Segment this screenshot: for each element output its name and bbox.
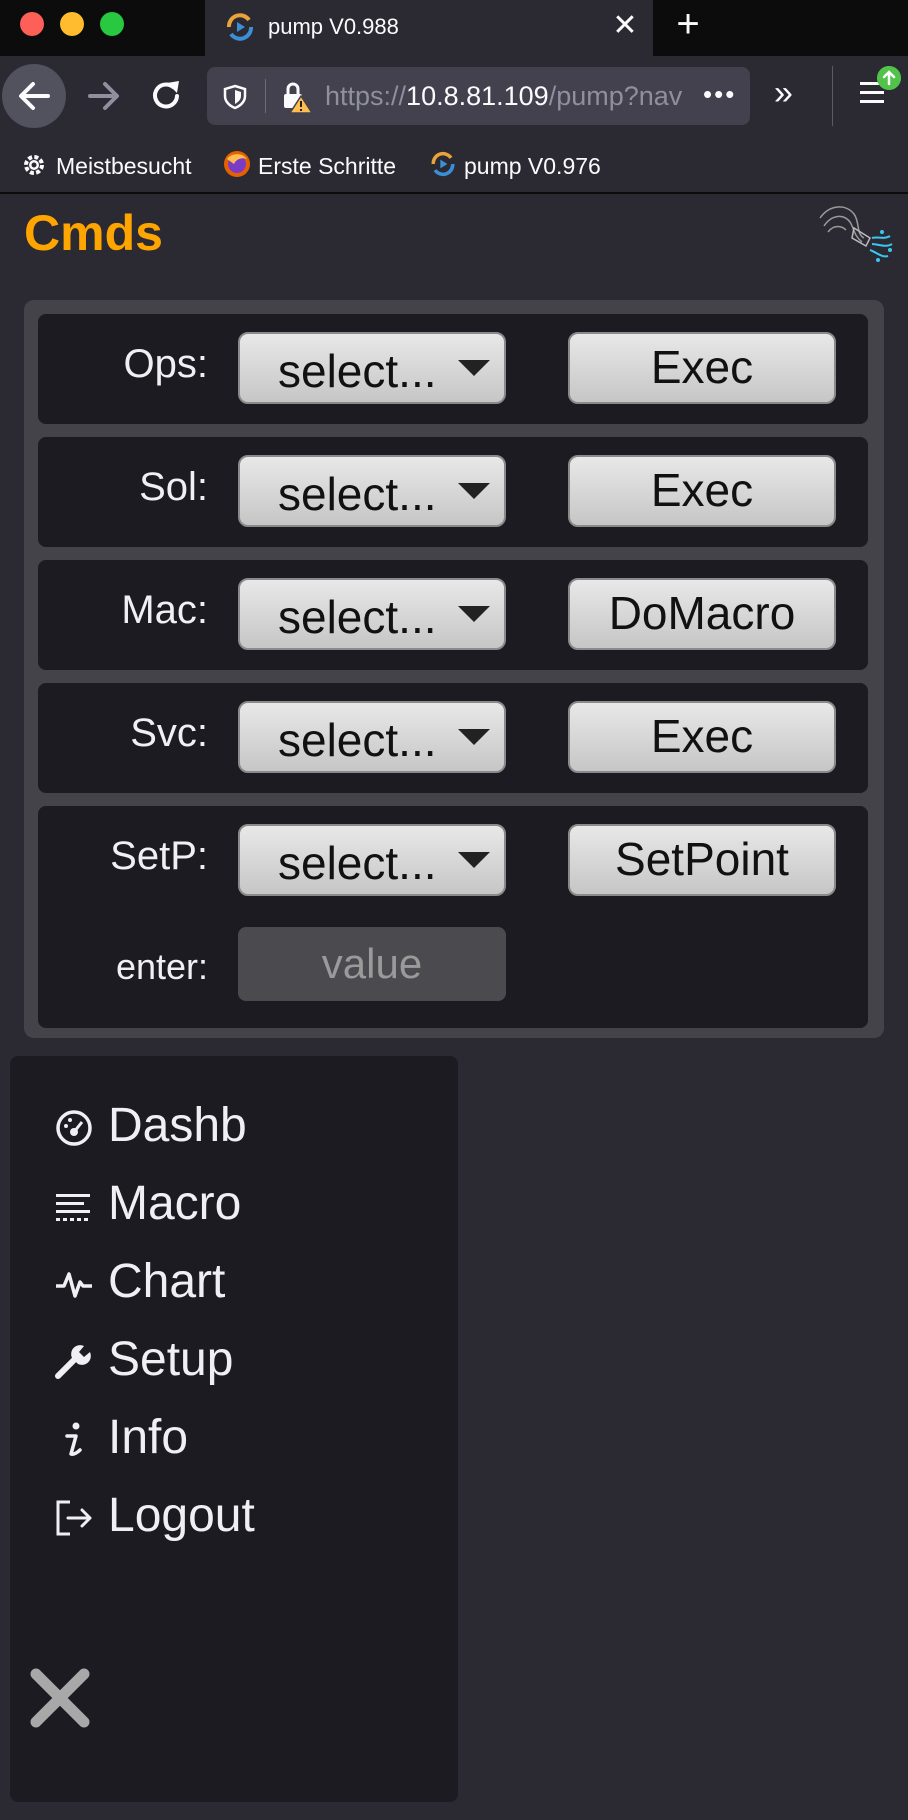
close-icon[interactable] [28, 1666, 92, 1730]
page-content: Cmds Ops: select... Exec Sol: select... … [0, 194, 908, 1820]
window-maximize-button[interactable] [100, 12, 124, 36]
page-title: Cmds [24, 205, 163, 261]
command-row-ops: Ops: select... Exec [38, 314, 868, 424]
bookmark-label: Erste Schritte [258, 153, 397, 179]
tab-title: pump V0.988 [268, 14, 399, 39]
ops-select[interactable]: select... [238, 332, 506, 404]
new-tab-button[interactable]: + [668, 4, 708, 44]
svc-exec-button[interactable]: Exec [568, 701, 836, 773]
url-host: 10.8.81.109 [406, 81, 549, 111]
update-arrow-icon [877, 66, 901, 90]
select-value: select... [278, 345, 437, 397]
browser-tab-active[interactable]: pump V0.988 ✕ [205, 0, 653, 56]
bookmarks-toolbar: Meistbesucht Erste Schritte pump V0.976 [0, 136, 908, 194]
side-navigation: Dashb Macro Chart Setup Info Logout [10, 1056, 458, 1802]
do-macro-button[interactable]: DoMacro [568, 578, 836, 650]
arrow-right-icon [88, 82, 119, 110]
select-value: select... [278, 468, 437, 520]
arrow-left-icon [19, 82, 50, 110]
url-path: /pump?nav [548, 81, 683, 111]
list-icon [56, 1194, 90, 1221]
sol-exec-button[interactable]: Exec [568, 455, 836, 527]
nav-label: Chart [108, 1255, 226, 1308]
tracking-shield-icon[interactable] [221, 83, 249, 111]
command-row-svc: Svc: select... Exec [38, 683, 868, 793]
bookmark-label: pump V0.976 [464, 153, 601, 179]
row-label: Svc: [130, 711, 208, 755]
page-actions-button[interactable]: ••• [703, 79, 736, 110]
browser-nav-bar: https://10.8.81.109/pump?nav ••• » [0, 56, 908, 136]
nav-label: Dashb [108, 1099, 247, 1152]
chevron-down-icon [458, 360, 490, 376]
chevron-down-icon [458, 852, 490, 868]
bookmark-first-steps[interactable]: Erste Schritte [222, 149, 412, 179]
setpoint-select[interactable]: select... [238, 824, 506, 896]
mac-select[interactable]: select... [238, 578, 506, 650]
nav-label: Logout [108, 1489, 255, 1542]
chevron-down-icon [458, 606, 490, 622]
forward-button[interactable] [80, 72, 128, 120]
toolbar-overflow-button[interactable]: » [774, 74, 793, 113]
command-row-mac: Mac: select... DoMacro [38, 560, 868, 670]
bookmark-pump[interactable]: pump V0.976 [428, 149, 618, 179]
nav-label: Macro [108, 1177, 242, 1230]
sol-select[interactable]: select... [238, 455, 506, 527]
row-label: Sol: [139, 465, 208, 509]
chevron-down-icon [458, 729, 490, 745]
wrench-icon [55, 1345, 91, 1379]
setpoint-value-input[interactable] [238, 927, 506, 1001]
select-value: select... [278, 591, 437, 643]
reload-icon [153, 81, 179, 109]
pulse-icon [56, 1272, 92, 1298]
window-close-button[interactable] [20, 12, 44, 36]
logout-icon [56, 1500, 92, 1536]
url-text[interactable]: https://10.8.81.109/pump?nav [325, 81, 695, 112]
setpoint-button[interactable]: SetPoint [568, 824, 836, 896]
water-spray-logo-icon [819, 206, 893, 262]
select-value: select... [278, 837, 437, 889]
enter-label: enter: [115, 946, 208, 987]
command-row-setpoint: SetP: select... SetPoint enter: [38, 806, 868, 1028]
pump-favicon-icon [431, 151, 455, 177]
row-label: Mac: [121, 588, 208, 632]
tab-close-icon[interactable]: ✕ [607, 8, 643, 44]
ops-exec-button[interactable]: Exec [568, 332, 836, 404]
reload-button[interactable] [142, 72, 190, 120]
nav-label: Setup [108, 1333, 234, 1386]
bookmark-most-visited[interactable]: Meistbesucht [20, 149, 210, 179]
info-icon [65, 1422, 82, 1456]
command-row-sol: Sol: select... Exec [38, 437, 868, 547]
row-label: SetP: [110, 834, 208, 878]
dashboard-icon [56, 1110, 92, 1146]
url-scheme: https:// [325, 81, 407, 111]
row-label: Ops: [123, 342, 208, 386]
window-minimize-button[interactable] [60, 12, 84, 36]
bookmark-label: Meistbesucht [56, 153, 192, 179]
pump-favicon-icon [227, 13, 253, 41]
insecure-lock-icon[interactable] [279, 80, 313, 114]
chevron-down-icon [458, 483, 490, 499]
back-button[interactable] [2, 64, 66, 128]
browser-tab-bar: pump V0.988 ✕ + [0, 0, 908, 56]
gear-icon [24, 155, 44, 175]
firefox-icon [224, 151, 250, 177]
toolbar-separator [832, 66, 833, 126]
url-separator [265, 79, 266, 113]
commands-panel: Ops: select... Exec Sol: select... Exec … [24, 300, 884, 1038]
select-value: select... [278, 714, 437, 766]
svc-select[interactable]: select... [238, 701, 506, 773]
url-bar[interactable]: https://10.8.81.109/pump?nav ••• [207, 67, 750, 125]
nav-label: Info [108, 1411, 189, 1464]
